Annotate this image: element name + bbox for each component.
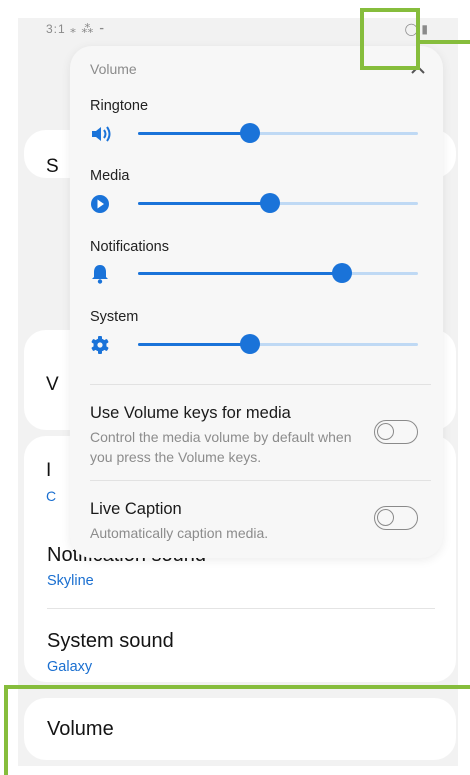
- phone-screen: 3:1 ⁎ ⁂ ⁃ ◯ ▮ S V I C Notification sound…: [18, 18, 458, 766]
- play-icon[interactable]: [90, 194, 114, 214]
- switch-knob: [377, 509, 394, 526]
- notifications-slider-thumb[interactable]: [332, 263, 353, 283]
- panel-divider: [90, 480, 431, 481]
- highlight-pointer-line: [420, 40, 470, 44]
- settings-item-fragment: V: [46, 374, 59, 395]
- divider: [47, 608, 435, 609]
- system-slider[interactable]: [138, 334, 418, 354]
- panel-divider: [90, 384, 431, 385]
- media-slider-thumb[interactable]: [259, 193, 280, 213]
- volume-keys-toggle-title[interactable]: Use Volume keys for media: [90, 404, 291, 423]
- system-slider-fill: [138, 343, 250, 346]
- gear-icon[interactable]: [90, 335, 114, 355]
- notifications-slider[interactable]: [138, 263, 418, 283]
- notifications-slider-fill: [138, 272, 343, 275]
- switch-knob: [377, 423, 394, 440]
- system-sound-value[interactable]: Galaxy: [47, 659, 92, 675]
- notifications-label: Notifications: [90, 239, 169, 255]
- system-label: System: [90, 309, 139, 325]
- volume-keys-switch[interactable]: [374, 420, 418, 444]
- speaker-icon[interactable]: [90, 124, 114, 144]
- system-slider-thumb[interactable]: [240, 334, 260, 354]
- ringtone-slider-fill: [138, 132, 250, 135]
- live-caption-toggle-description: Automatically caption media.: [90, 525, 269, 541]
- volume-keys-toggle-description: Control the media volume by default when…: [90, 429, 352, 465]
- notification-sound-value[interactable]: Skyline: [47, 573, 94, 589]
- ringtone-label: Ringtone: [90, 98, 149, 114]
- volume-panel: Volume Ringtone Media Notifications Syst…: [70, 46, 443, 558]
- settings-item-fragment: S: [46, 156, 59, 177]
- live-caption-switch[interactable]: [374, 506, 418, 530]
- settings-item-fragment: I: [46, 460, 52, 481]
- system-sound-title[interactable]: System sound: [47, 630, 174, 653]
- ringtone-slider-thumb[interactable]: [240, 123, 260, 143]
- settings-item-fragment: C: [46, 488, 57, 504]
- status-time-partial: 3:1 ⁎ ⁂ ⁃: [46, 22, 106, 36]
- volume-panel-title: Volume: [90, 61, 137, 77]
- live-caption-toggle-title[interactable]: Live Caption: [90, 500, 182, 519]
- ringtone-slider[interactable]: [138, 123, 418, 143]
- media-label: Media: [90, 168, 130, 184]
- highlight-box-volume: [4, 685, 470, 775]
- bell-icon[interactable]: [90, 264, 114, 284]
- media-slider-fill: [138, 202, 270, 205]
- media-slider[interactable]: [138, 193, 418, 213]
- highlight-box-collapse: [360, 8, 420, 70]
